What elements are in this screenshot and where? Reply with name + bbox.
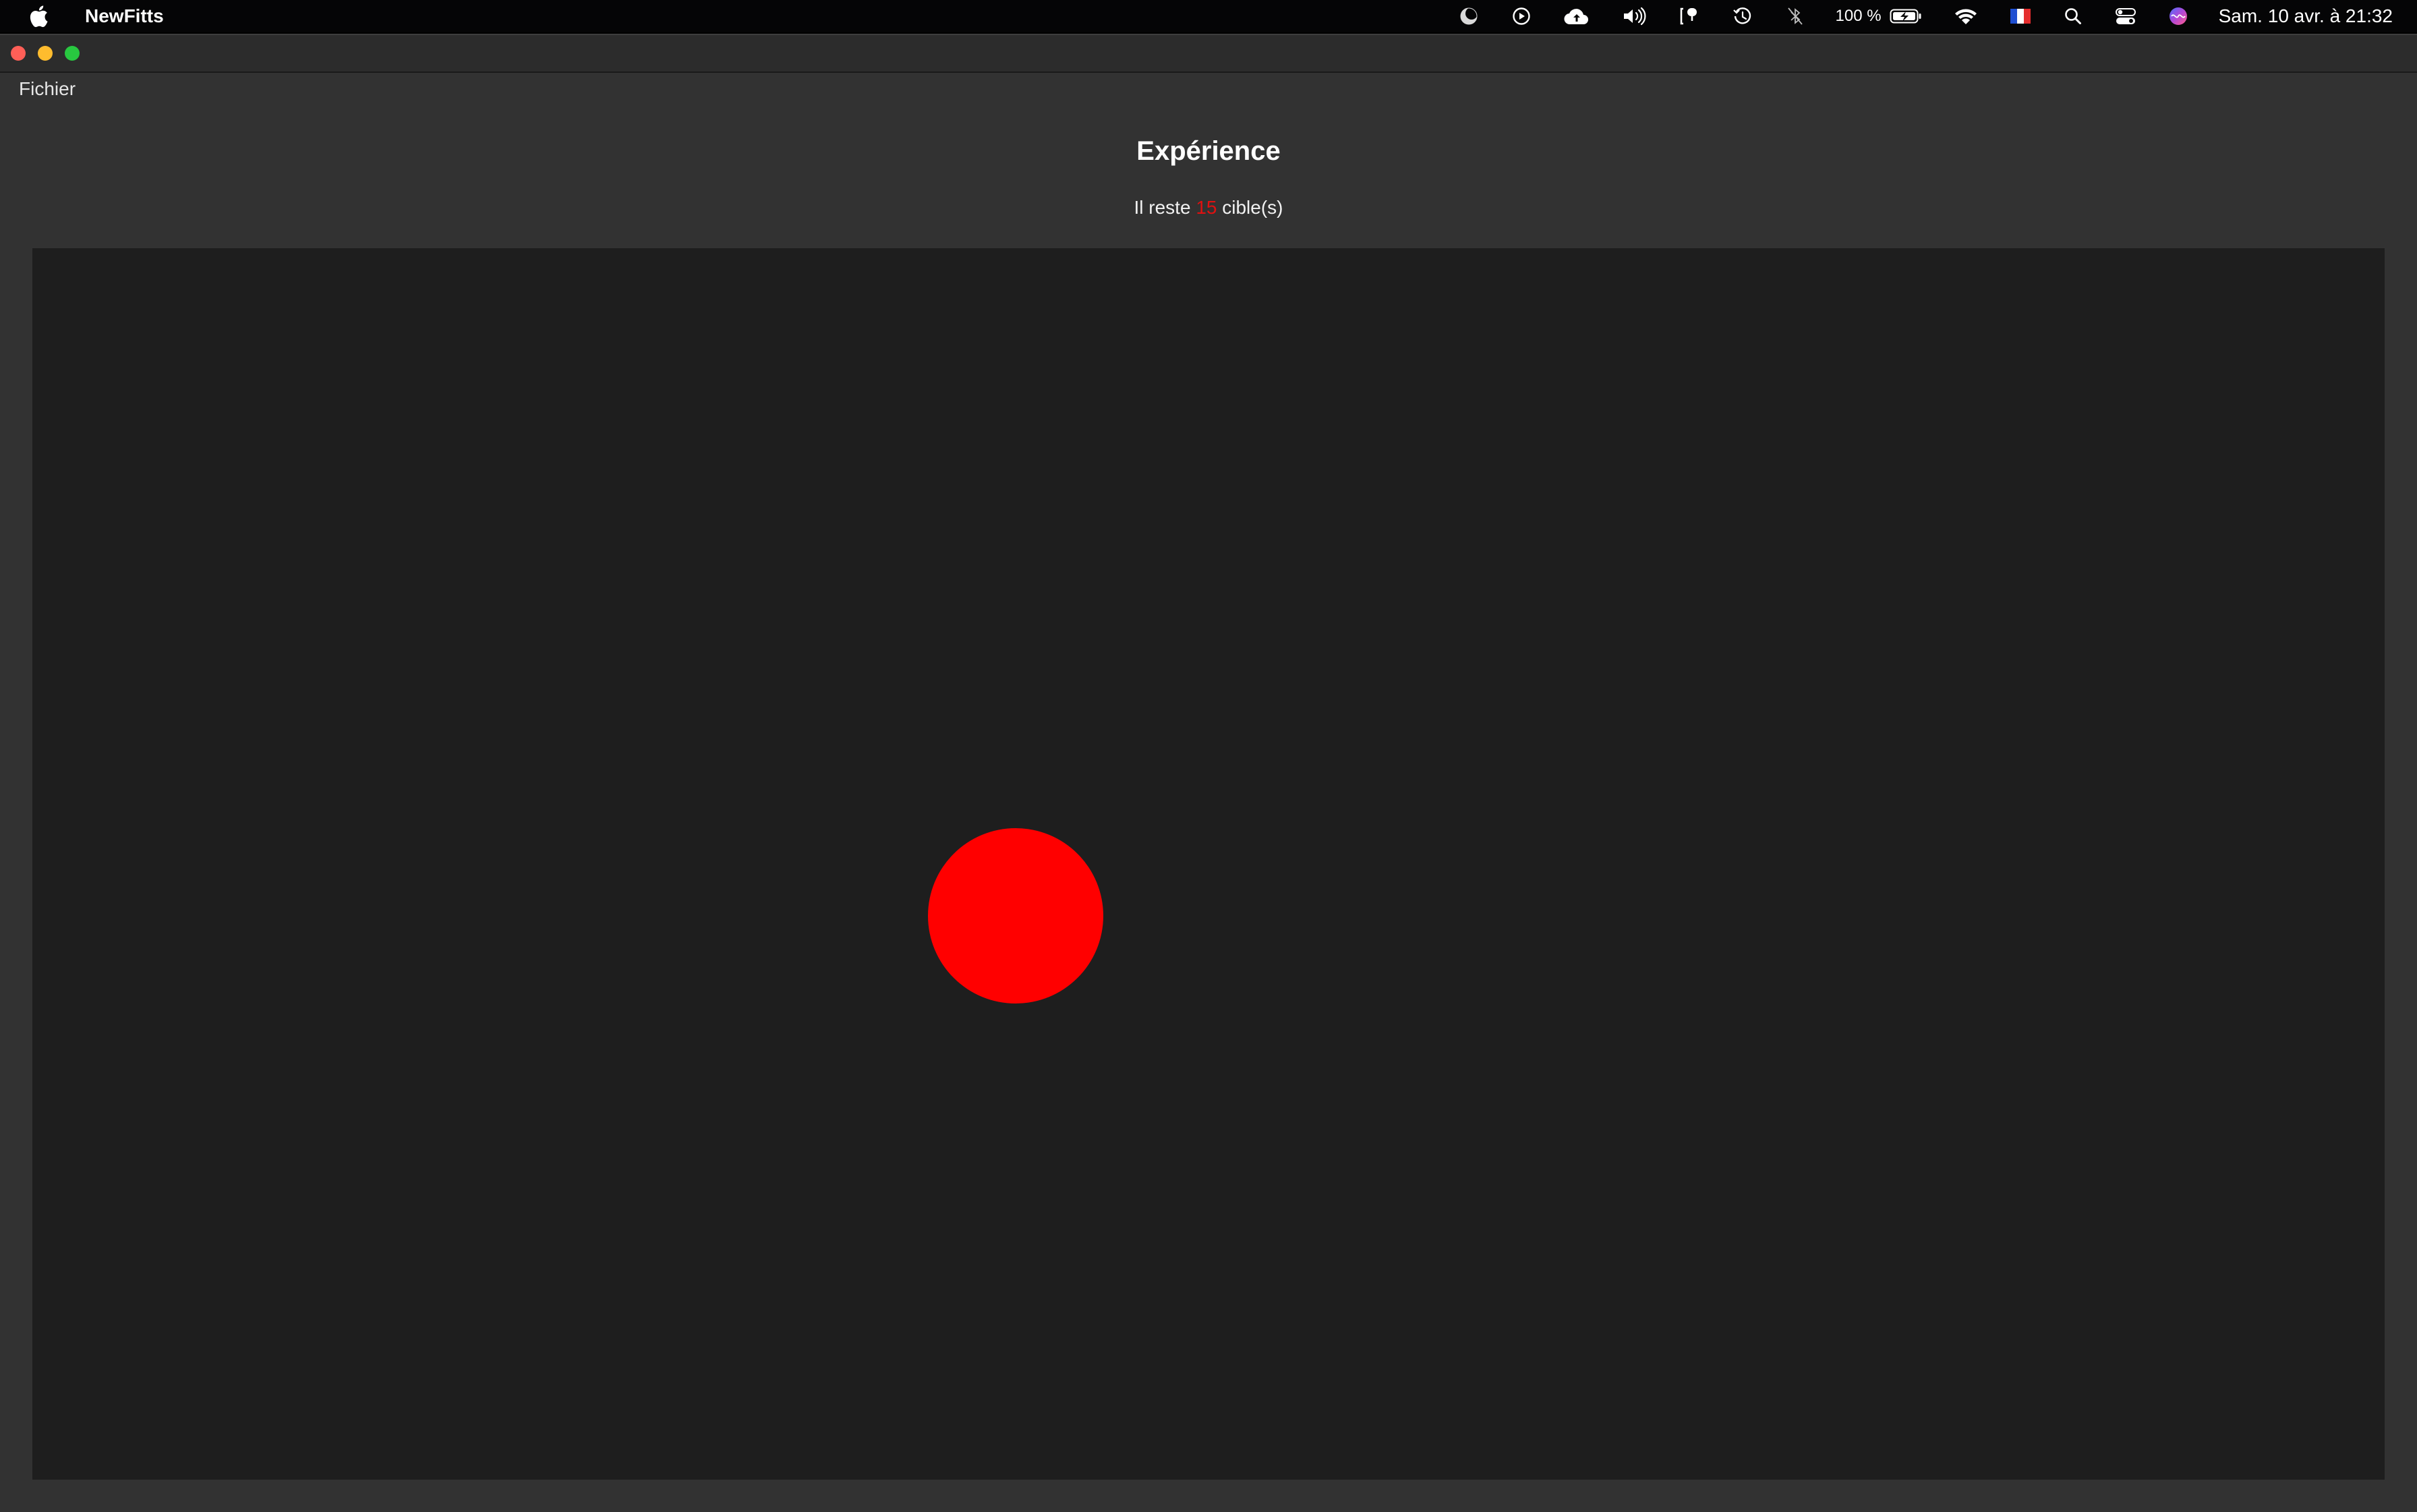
battery-percentage[interactable]: 100 % <box>1836 7 1882 26</box>
window-titlebar[interactable] <box>0 35 2417 73</box>
newfitts-window: Fichier Expérience Il reste 15 cible(s) <box>0 34 2417 1512</box>
app-menu-bar: Fichier <box>0 73 2417 107</box>
siri-icon[interactable] <box>2167 5 2189 27</box>
app-name-menu[interactable]: NewFitts <box>85 5 164 27</box>
menu-bar: NewFitts 100 % Sam. 10 avr. à 21:32 <box>0 0 2417 32</box>
close-window-button[interactable] <box>11 46 26 61</box>
time-machine-icon[interactable] <box>1732 5 1753 27</box>
remaining-count: 15 <box>1196 197 1217 218</box>
page-title: Expérience <box>1136 136 1281 166</box>
apple-icon[interactable] <box>28 5 49 28</box>
zoom-window-button[interactable] <box>65 46 80 61</box>
cloud-upload-icon[interactable] <box>1563 5 1590 27</box>
remaining-suffix: cible(s) <box>1217 197 1283 218</box>
bluetooth-off-icon[interactable] <box>1784 5 1806 27</box>
control-center-icon[interactable] <box>2115 5 2136 27</box>
remaining-targets-label: Il reste 15 cible(s) <box>0 197 2417 219</box>
menu-fichier[interactable]: Fichier <box>19 78 76 100</box>
battery-charging-icon[interactable] <box>1890 5 1922 27</box>
minimize-window-button[interactable] <box>38 46 53 61</box>
moon-icon[interactable] <box>1458 5 1480 27</box>
menu-bar-clock[interactable]: Sam. 10 avr. à 21:32 <box>2219 5 2393 27</box>
experiment-canvas[interactable] <box>32 248 2385 1480</box>
status-area: 100 % Sam. 10 avr. à 21:32 <box>1427 0 2393 32</box>
play-circle-icon[interactable] <box>1511 5 1532 27</box>
wifi-icon[interactable] <box>1953 5 1979 27</box>
french-flag-icon[interactable] <box>2010 5 2031 27</box>
remaining-prefix: Il reste <box>1134 197 1196 218</box>
search-icon[interactable] <box>2062 5 2084 27</box>
volume-icon[interactable] <box>1621 5 1648 27</box>
target-circle[interactable] <box>928 828 1103 1004</box>
screen-mirroring-icon[interactable] <box>1679 5 1701 27</box>
